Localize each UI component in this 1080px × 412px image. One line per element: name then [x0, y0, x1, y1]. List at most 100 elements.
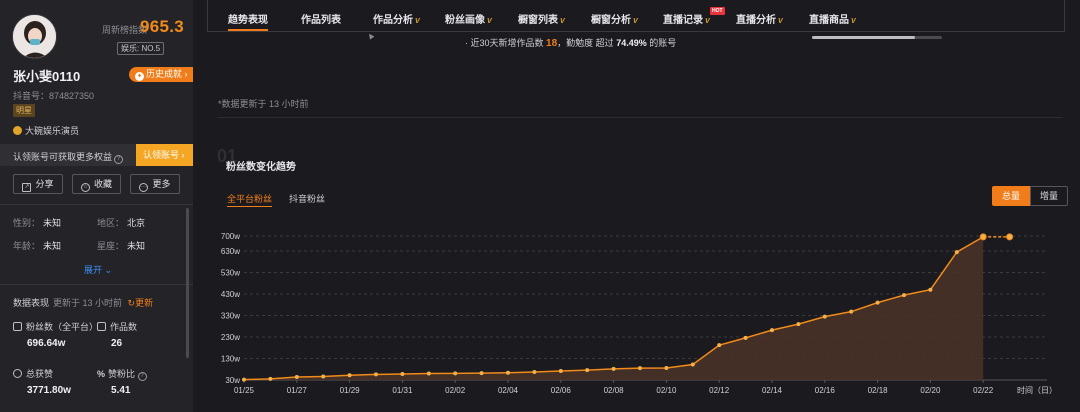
fans-label: 粉丝数（全平台）: [13, 320, 98, 333]
update-note: *数据更新于 13 小时前: [218, 99, 309, 109]
medal-icon: ✦: [135, 72, 144, 81]
y-tick-label: 330w: [221, 312, 240, 321]
tab-live-products[interactable]: 直播商品 V: [809, 11, 856, 26]
claim-account-button[interactable]: 认领账号 ›: [136, 144, 193, 166]
claim-text: 认领账号可获取更多权益?: [13, 150, 124, 164]
x-tick-label: 02/08: [604, 386, 625, 395]
data-point: [979, 233, 987, 241]
works-icon: [97, 322, 106, 331]
data-point: [506, 370, 510, 375]
tab-live-records[interactable]: 直播记录 V: [663, 11, 710, 26]
tab-showcase-analysis[interactable]: 橱窗分析 V: [591, 11, 638, 26]
main-panel: 趋势表现 作品列表 作品分析 V 粉丝画像 V 橱窗列表 V 橱窗分析 V 直播记录 V …: [207, 0, 1068, 412]
tab-works-analysis[interactable]: 作品分析 V: [373, 11, 420, 26]
data-point: [347, 373, 352, 378]
rank-badge[interactable]: 娱乐: NO.5: [117, 42, 165, 55]
expand-button[interactable]: 展开 ⌄: [84, 263, 112, 276]
data-point: [611, 366, 616, 371]
toggle-total[interactable]: 总量: [992, 186, 1030, 206]
ratio-value: 5.41: [111, 385, 131, 396]
x-tick-label: 01/31: [392, 386, 413, 395]
divider: [0, 204, 193, 205]
toggle-increment[interactable]: 增量: [1030, 186, 1068, 206]
ratio-label: % 赞粉比 ?: [97, 367, 147, 381]
avatar[interactable]: [12, 14, 57, 59]
works-label: 作品数: [97, 320, 137, 333]
data-point: [638, 366, 642, 371]
data-point: [294, 374, 299, 379]
x-tick-label: 02/16: [815, 386, 836, 395]
category-tag: 明星: [13, 104, 35, 117]
y-tick-label: 30w: [225, 376, 240, 385]
data-point: [822, 314, 827, 319]
subtab-douyin[interactable]: 抖音粉丝: [289, 192, 325, 205]
data-point: [585, 368, 590, 373]
diligence-summary: · 近30天新增作品数 18，勤勉度 超过 74.49% 的账号: [465, 38, 677, 49]
fans-icon: [13, 322, 22, 331]
x-tick-label: 02/10: [656, 386, 677, 395]
profile-sidebar: 周新榜指数 965.3 娱乐: NO.5 张小斐0110 ✦ 历史成就 › 抖音号…: [0, 0, 193, 412]
more-icon: ···: [139, 183, 149, 192]
data-point: [743, 335, 748, 340]
data-point: [321, 374, 326, 379]
data-point: [875, 300, 880, 305]
data-point: [849, 309, 854, 314]
works-value: 26: [111, 338, 123, 349]
tab-showcase-list[interactable]: 橱窗列表 V: [518, 11, 565, 26]
data-overview-header: 数据表现 更新于 13 小时前 ↻更新: [13, 298, 154, 308]
data-point: [400, 371, 405, 376]
hot-badge: HOT: [710, 7, 725, 15]
data-point: [664, 365, 669, 370]
share-button[interactable]: ↗ 分享: [13, 174, 63, 194]
tab-live-analysis[interactable]: 直播分析 V: [736, 11, 783, 26]
refresh-button[interactable]: ↻更新: [128, 298, 154, 308]
heart-icon: [13, 369, 22, 378]
history-achievement-button[interactable]: ✦ 历史成就 ›: [129, 67, 193, 82]
data-point: [453, 371, 458, 376]
fans-value: 696.64w: [27, 338, 66, 349]
data-point: [954, 250, 959, 255]
data-point: [558, 368, 563, 373]
help-icon[interactable]: ?: [114, 155, 124, 164]
help-icon[interactable]: ?: [137, 372, 147, 381]
y-tick-label: 700w: [221, 232, 240, 241]
data-point: [374, 372, 378, 377]
data-point: [426, 371, 431, 376]
percent-icon: %: [97, 369, 106, 379]
vip-icon: V: [560, 18, 565, 25]
vip-icon: V: [633, 18, 638, 25]
fans-trend-chart: 30w 130w 230w 330w 430w 530w 630w 700w 01/25 01/2…: [221, 232, 1057, 395]
y-tick-label: 230w: [221, 333, 240, 342]
sidebar-scrollbar[interactable]: [186, 208, 189, 358]
star-icon: ☆: [80, 183, 90, 192]
rank-value: 965.3: [140, 17, 185, 36]
more-button[interactable]: ··· 更多: [130, 174, 180, 194]
data-point: [479, 371, 484, 376]
x-tick-label: 02/04: [498, 386, 519, 395]
y-tick-label: 430w: [221, 290, 240, 299]
share-icon: ↗: [22, 183, 32, 192]
page-scrollbar[interactable]: [1068, 0, 1080, 412]
chevron-down-icon: ⌄: [104, 265, 113, 275]
zodiac-info: 星座： 未知: [97, 241, 146, 251]
data-point: [532, 370, 537, 375]
tab-works-list[interactable]: 作品列表: [301, 11, 341, 26]
x-tick-label: 02/22: [973, 386, 994, 395]
x-axis-label: 时间（日）: [1017, 385, 1057, 395]
likes-value: 3771.80w: [27, 385, 71, 396]
douyin-id: 抖音号：874827350: [13, 91, 95, 101]
data-point: [796, 322, 801, 327]
x-tick-label: 01/27: [287, 386, 308, 395]
collect-button[interactable]: ☆ 收藏: [72, 174, 121, 194]
tab-fans-profile[interactable]: 粉丝画像 V: [445, 11, 492, 26]
x-tick-label: 02/14: [762, 386, 783, 395]
gender-info: 性别： 未知: [13, 218, 62, 228]
scrollbar-thumb[interactable]: [812, 36, 915, 39]
data-point: [717, 343, 722, 348]
user-name: 张小斐0110: [13, 69, 81, 84]
subtab-all-platform[interactable]: 全平台粉丝: [227, 192, 273, 207]
tab-bar: 趋势表现 作品列表 作品分析 V 粉丝画像 V 橱窗列表 V 橱窗分析 V 直播记录 V …: [207, 0, 1065, 32]
vip-icon: V: [851, 18, 856, 25]
tab-trend[interactable]: 趋势表现: [228, 11, 268, 31]
y-tick-label: 630w: [221, 247, 240, 256]
